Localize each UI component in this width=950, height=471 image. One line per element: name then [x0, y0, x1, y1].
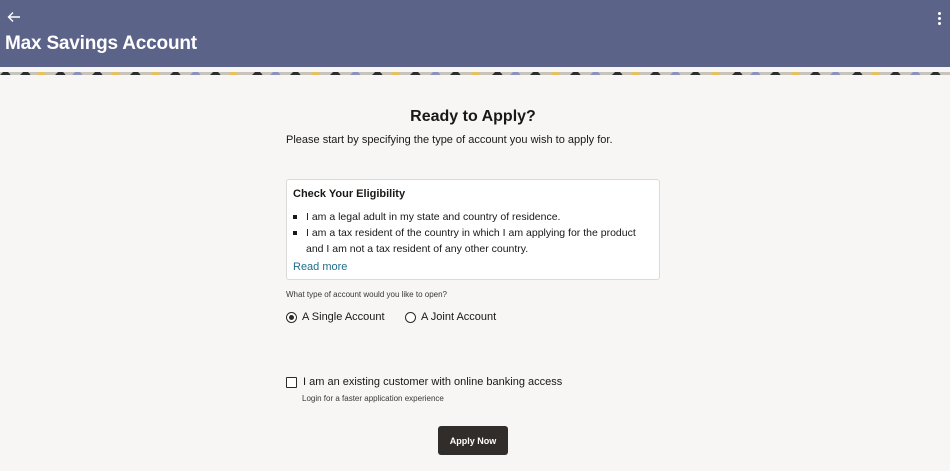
eligibility-item: I am a tax resident of the country in wh… — [293, 225, 648, 257]
kebab-menu-icon — [937, 12, 941, 15]
section-heading: Ready to Apply? — [410, 108, 536, 125]
kebab-menu-button[interactable] — [936, 12, 942, 26]
main-content: Ready to Apply? Please start by specifyi… — [0, 75, 950, 471]
page-title: Max Savings Account — [5, 33, 197, 54]
eligibility-list: I am a legal adult in my state and count… — [293, 209, 648, 257]
decorative-band — [0, 67, 950, 75]
radio-joint-account[interactable]: A Joint Account — [405, 310, 496, 324]
read-more-link[interactable]: Read more — [293, 261, 347, 273]
radio-label: A Single Account — [302, 311, 385, 323]
checkbox-label: I am an existing customer with online ba… — [303, 376, 563, 388]
radio-selected-icon[interactable] — [286, 311, 297, 323]
intro-text: Please start by specifying the type of a… — [286, 134, 613, 146]
radio-label: A Joint Account — [421, 311, 497, 323]
existing-customer-checkbox[interactable]: I am an existing customer with online ba… — [286, 375, 562, 389]
checkbox-icon[interactable] — [286, 376, 297, 388]
app-header: Max Savings Account — [0, 0, 950, 67]
arrow-left-icon — [7, 12, 20, 22]
account-type-question: What type of account would you like to o… — [286, 290, 447, 299]
radio-unselected-icon[interactable] — [405, 311, 416, 323]
radio-single-account[interactable]: A Single Account — [286, 310, 385, 324]
eligibility-item: I am a legal adult in my state and count… — [293, 209, 648, 225]
eligibility-title: Check Your Eligibility — [293, 188, 406, 200]
apply-now-button[interactable]: Apply Now — [438, 426, 508, 455]
back-button[interactable] — [7, 10, 25, 28]
checkbox-sublabel: Login for a faster application experienc… — [302, 394, 444, 403]
eligibility-card: Check Your Eligibility I am a legal adul… — [286, 179, 660, 280]
